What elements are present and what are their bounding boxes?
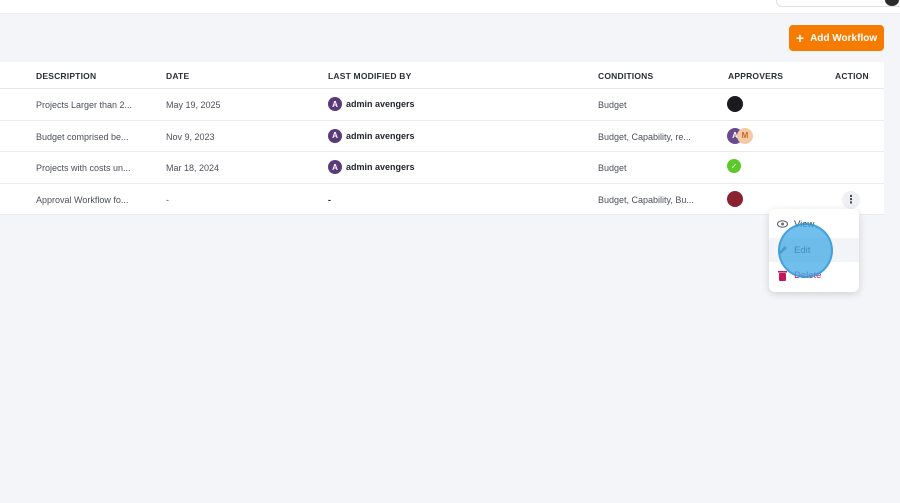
top-search-box[interactable] [776, 0, 900, 7]
trash-icon [777, 270, 788, 281]
modified-by-name: admin avengers [346, 130, 415, 141]
row-modified-by: A admin avengers [328, 160, 415, 174]
approver-avatar-icon: M [737, 127, 753, 144]
col-last-modified-by[interactable]: LAST MODIFIED BY [328, 71, 411, 81]
row-action: ⋮ [842, 190, 860, 209]
modified-by-name: admin avengers [346, 99, 415, 109]
row-description: Approval Workflow fo... [36, 194, 129, 205]
admin-avatar-icon: A [328, 128, 342, 143]
row-approvers: A M [727, 127, 753, 144]
check-icon: ✓ [727, 159, 741, 173]
row-date: Mar 18, 2024 [166, 163, 220, 173]
more-options-icon[interactable]: ⋮ [842, 190, 860, 209]
table-row[interactable]: Projects with costs un... Mar 18, 2024 A… [0, 152, 884, 184]
menu-item-delete[interactable]: Delete [769, 263, 859, 287]
row-conditions: Budget [598, 163, 627, 173]
approver-avatar-group: A M [727, 127, 753, 144]
approver-avatar-icon [727, 190, 743, 207]
row-date: Nov 9, 2023 [166, 131, 215, 142]
col-action: ACTION [835, 71, 869, 81]
menu-item-label: Delete [794, 269, 822, 281]
row-date: May 19, 2025 [166, 100, 221, 110]
admin-avatar-icon: A [328, 97, 342, 111]
menu-item-label: View [794, 218, 815, 230]
approver-avatar-icon [727, 96, 743, 112]
row-modified-by: A admin avengers [328, 97, 415, 111]
row-approvers: ✓ [727, 159, 741, 173]
plus-icon: + [795, 30, 805, 46]
row-conditions: Budget, Capability, Bu... [598, 194, 694, 205]
row-approvers [727, 190, 743, 207]
row-description: Budget comprised be... [36, 131, 129, 142]
col-conditions[interactable]: CONDITIONS [598, 71, 653, 81]
menu-item-view[interactable]: View [769, 212, 859, 236]
row-description: Projects Larger than 2... [36, 100, 133, 110]
col-approvers[interactable]: APPROVERS [728, 71, 783, 81]
menu-item-edit[interactable]: Edit [769, 238, 859, 262]
row-date: - [166, 194, 169, 205]
col-date[interactable]: DATE [166, 71, 189, 81]
row-description: Projects with costs un... [36, 163, 131, 173]
add-workflow-label: Add Workflow [810, 32, 878, 44]
row-approvers [727, 96, 743, 112]
modified-by-name: admin avengers [346, 162, 415, 172]
table-row[interactable]: Budget comprised be... Nov 9, 2023 A adm… [0, 121, 884, 152]
row-conditions: Budget [598, 100, 627, 110]
row-modified-by: - [328, 194, 331, 205]
row-modified-by: A admin avengers [328, 128, 415, 143]
table-header: DESCRIPTION DATE LAST MODIFIED BY CONDIT… [0, 62, 884, 89]
table-row[interactable]: Projects Larger than 2... May 19, 2025 A… [0, 89, 884, 121]
add-workflow-button[interactable]: + Add Workflow [789, 25, 884, 51]
table-row[interactable]: Approval Workflow fo... - - Budget, Capa… [0, 184, 884, 215]
top-bar [0, 0, 900, 14]
pencil-icon [777, 245, 788, 256]
eye-icon [777, 219, 788, 230]
workflow-table: DESCRIPTION DATE LAST MODIFIED BY CONDIT… [0, 62, 884, 215]
menu-item-label: Edit [794, 244, 811, 256]
admin-avatar-icon: A [328, 160, 342, 174]
row-conditions: Budget, Capability, re... [598, 131, 691, 142]
col-description[interactable]: DESCRIPTION [36, 71, 96, 81]
action-menu: View Edit Delete [769, 209, 859, 292]
